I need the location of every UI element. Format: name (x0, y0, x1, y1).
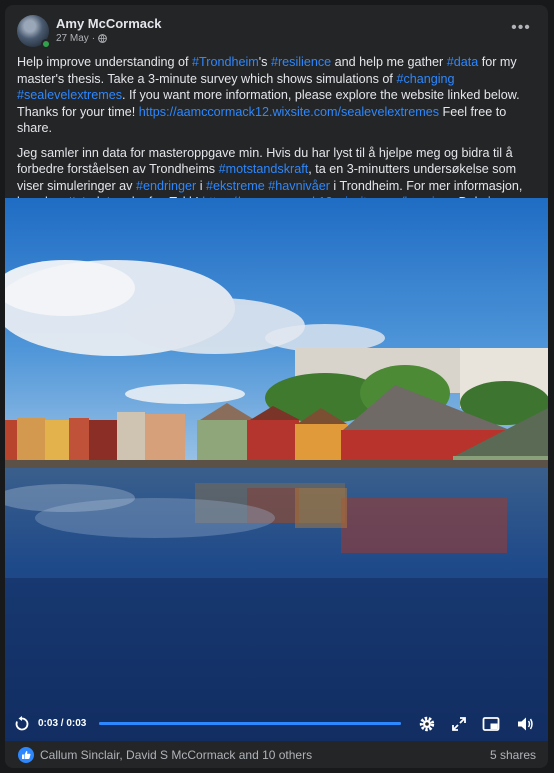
reaction-summary[interactable]: Callum Sinclair, David S McCormack and 1… (40, 748, 312, 762)
video-progress-bar[interactable] (99, 722, 401, 725)
hashtag-link[interactable]: #changing (396, 72, 454, 86)
video-controls: 0:03 / 0:03 (5, 705, 548, 741)
url-link[interactable]: https://aamccormack12.wixsite.com/sealev… (139, 105, 439, 119)
post-date[interactable]: 27 May (56, 33, 89, 44)
video-player[interactable]: 0:03 / 0:03 (5, 198, 548, 741)
meta-separator: · (91, 33, 96, 44)
hashtag-link[interactable]: #data (447, 55, 479, 69)
hashtag-link[interactable]: #resilience (271, 55, 331, 69)
post-header: Amy McCormack 27 May · ••• (5, 5, 548, 55)
hashtag-link[interactable]: #ekstreme (206, 179, 265, 193)
video-progress-fill (99, 722, 401, 725)
share-count[interactable]: 5 shares (490, 748, 536, 762)
volume-icon[interactable] (516, 715, 534, 733)
picture-in-picture-icon[interactable] (482, 715, 500, 733)
fullscreen-icon[interactable] (450, 715, 468, 733)
post-text: Help improve understanding of #Trondheim… (17, 54, 539, 219)
post-paragraph-english: Help improve understanding of #Trondheim… (17, 54, 539, 137)
more-options-icon[interactable]: ••• (508, 15, 534, 41)
post-footer: Callum Sinclair, David S McCormack and 1… (5, 741, 548, 768)
post-text-segment: Help improve understanding of (17, 55, 193, 69)
post-text-segment: 's (258, 55, 271, 69)
hashtag-link[interactable]: #endringer (136, 179, 196, 193)
post-card: Amy McCormack 27 May · ••• Help improve … (5, 5, 548, 768)
hashtag-link[interactable]: #Trondheim (192, 55, 259, 69)
video-frame (5, 198, 548, 741)
replay-icon[interactable] (14, 716, 30, 732)
gear-icon[interactable] (418, 715, 436, 733)
hashtag-link[interactable]: #motstandskraft (219, 162, 309, 176)
like-reaction-icon[interactable] (18, 747, 34, 763)
globe-icon (98, 34, 108, 43)
online-status-indicator (41, 39, 51, 49)
post-text-segment: and help me gather (331, 55, 447, 69)
post-meta: 27 May · (56, 33, 108, 44)
hashtag-link[interactable]: #havnivåer (268, 179, 330, 193)
post-text-segment: i (196, 178, 206, 193)
hashtag-link[interactable]: #sealevelextremes (17, 88, 122, 102)
video-time: 0:03 / 0:03 (38, 718, 87, 729)
author-name[interactable]: Amy McCormack (56, 16, 162, 31)
